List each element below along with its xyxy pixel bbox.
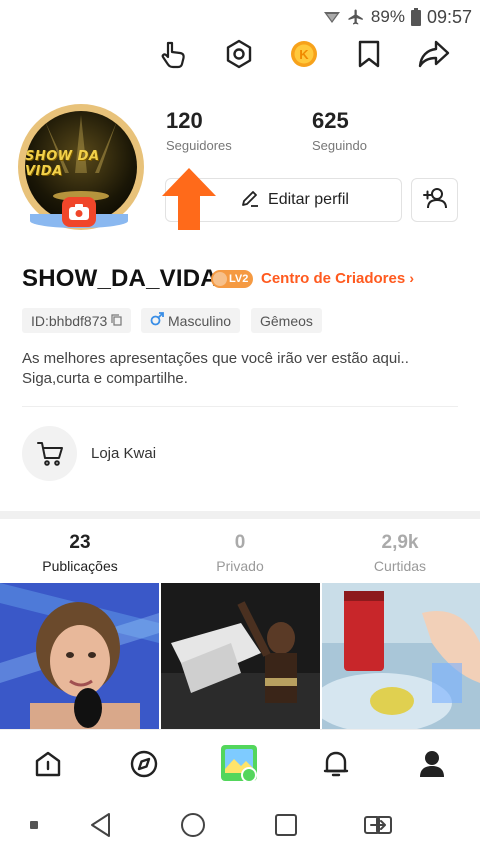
bookmark-icon[interactable] <box>351 36 387 72</box>
add-person-icon <box>422 186 448 215</box>
male-icon <box>150 312 164 329</box>
cart-icon <box>22 426 77 481</box>
tab-publications[interactable]: 23 Publicações <box>0 532 160 574</box>
system-navigation <box>0 795 480 854</box>
followers-stat[interactable]: 120 Seguidores <box>166 108 232 153</box>
zodiac-tag: Gêmeos <box>251 308 322 333</box>
create-gallery-icon[interactable] <box>220 744 260 784</box>
gender-tag: Masculino <box>141 308 241 333</box>
username: SHOW_DA_VIDA <box>22 265 218 292</box>
private-count: 0 <box>234 532 246 553</box>
video-thumbnail[interactable] <box>322 583 480 729</box>
id-text: ID:bhbdf873 <box>31 312 108 329</box>
followers-count: 120 <box>166 108 203 133</box>
signal-icon <box>323 9 341 25</box>
home-circle-icon[interactable] <box>177 809 209 841</box>
avatar-logo-text: SHOW DA VIDA <box>25 149 100 179</box>
gender-text: Masculino <box>168 312 232 329</box>
home-icon[interactable] <box>28 744 68 784</box>
bottom-navigation <box>0 729 480 795</box>
chevron-right-icon: › <box>409 270 415 286</box>
hand-point-icon[interactable] <box>156 36 192 72</box>
svg-text:K: K <box>299 47 309 62</box>
video-thumbnail[interactable] <box>161 583 320 729</box>
divider <box>22 406 458 407</box>
following-count: 625 <box>312 108 349 133</box>
followers-label: Seguidores <box>166 138 232 153</box>
battery-icon <box>410 8 421 26</box>
video-thumbnail[interactable] <box>0 583 159 729</box>
tab-likes[interactable]: 2,9k Curtidas <box>320 532 480 574</box>
airplane-icon <box>347 8 365 26</box>
edit-profile-label: Editar perfil <box>268 191 349 208</box>
back-icon[interactable] <box>85 809 117 841</box>
bio-text: As melhores apresentações que você irão … <box>22 350 409 387</box>
recents-icon[interactable] <box>270 809 302 841</box>
shop-entry[interactable]: Loja Kwai <box>22 426 156 481</box>
battery-percent: 89% <box>370 7 405 26</box>
shop-label: Loja Kwai <box>91 445 157 462</box>
creators-center-label: Centro de Criadores <box>261 270 406 287</box>
add-friend-button[interactable] <box>411 178 458 222</box>
pencil-icon <box>240 188 260 213</box>
clock: 09:57 <box>426 6 472 27</box>
following-stat[interactable]: 625 Seguindo <box>312 108 367 153</box>
publications-count: 23 <box>69 532 91 553</box>
discover-compass-icon[interactable] <box>124 744 164 784</box>
likes-label: Curtidas <box>373 558 427 574</box>
section-separator <box>0 511 480 519</box>
likes-count: 2,9k <box>381 532 419 553</box>
up-arrow-icon <box>160 166 218 237</box>
top-bar: K <box>0 34 480 74</box>
level-badge[interactable]: LV2 <box>211 270 254 288</box>
share-icon[interactable] <box>416 36 452 72</box>
copy-icon[interactable] <box>111 313 122 329</box>
publications-label: Publicações <box>42 558 118 574</box>
tab-private[interactable]: 0 Privado <box>160 532 320 574</box>
profile-person-icon[interactable] <box>412 744 452 784</box>
following-label: Seguindo <box>312 138 367 153</box>
switch-app-icon[interactable] <box>362 809 394 841</box>
dot-icon <box>18 809 50 841</box>
coin-icon[interactable]: K <box>286 36 322 72</box>
id-tag[interactable]: ID:bhbdf873 <box>22 308 132 333</box>
creators-center-link[interactable]: Centro de Criadores › <box>261 270 414 287</box>
camera-badge-icon[interactable] <box>62 197 96 227</box>
zodiac-text: Gêmeos <box>260 312 313 329</box>
status-bar: 89% 09:57 <box>0 0 480 34</box>
settings-hexagon-icon[interactable] <box>221 36 257 72</box>
private-label: Privado <box>216 558 264 574</box>
notifications-bell-icon[interactable] <box>316 744 356 784</box>
